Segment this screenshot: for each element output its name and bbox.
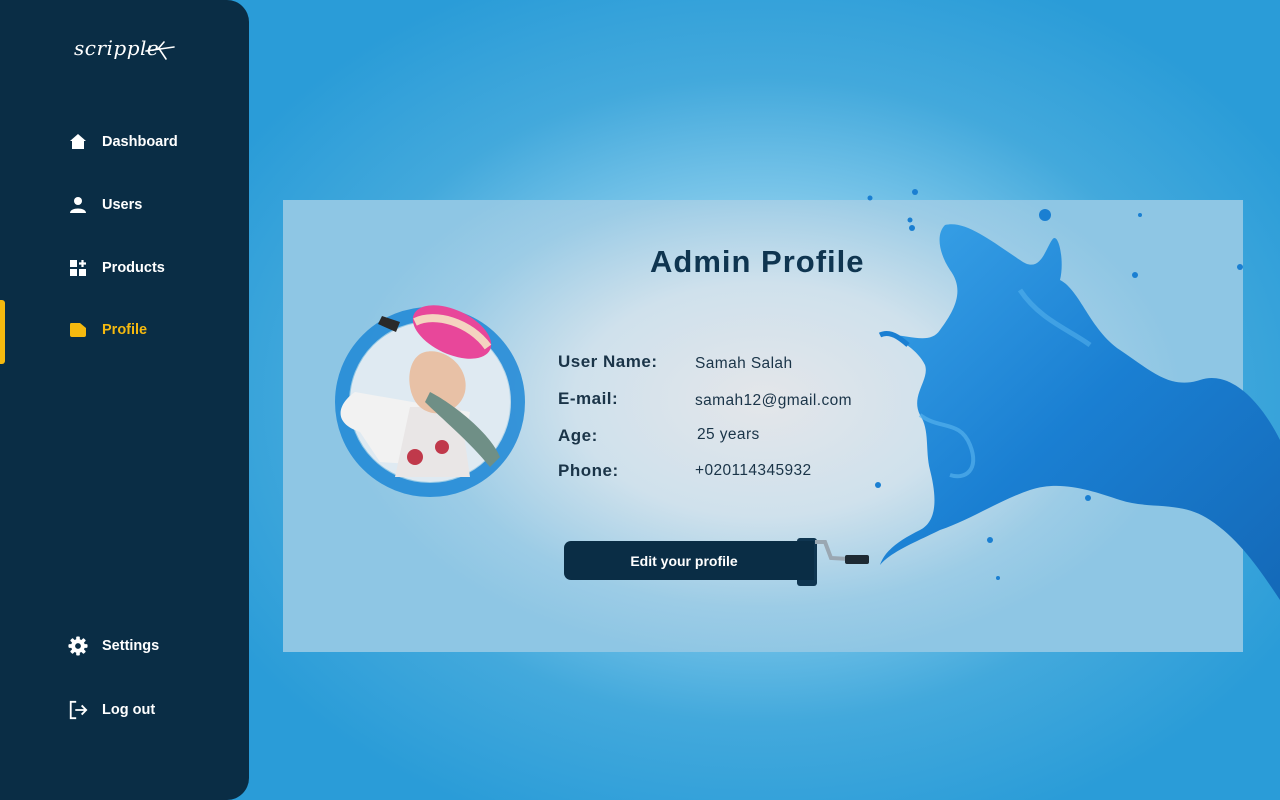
sidebar-item-logout[interactable]: Log out (68, 700, 155, 720)
sidebar-item-label: Log out (102, 702, 156, 718)
sidebar-item-products[interactable]: Products (68, 258, 165, 278)
sidebar-item-settings[interactable]: Settings (68, 636, 159, 656)
active-indicator (0, 300, 5, 364)
sidebar-item-label: Profile (102, 322, 148, 338)
sidebar-item-dashboard[interactable]: Dashboard (68, 132, 178, 152)
sidebar: scripple Dashboard Users Products Profil… (0, 0, 249, 800)
field-label-username: User Name: (558, 352, 658, 371)
sidebar-item-label: Dashboard (102, 134, 178, 150)
sidebar-item-label: Settings (102, 638, 160, 654)
sidebar-item-profile[interactable]: Profile (68, 320, 147, 340)
field-value-username: Samah Salah (695, 355, 793, 372)
page-title: Admin Profile (650, 244, 865, 279)
edit-profile-button[interactable]: Edit your profile (564, 541, 814, 580)
field-value-email: samah12@gmail.com (695, 392, 852, 409)
folder-icon (68, 320, 88, 340)
gear-icon (68, 636, 88, 656)
logout-icon (68, 700, 88, 720)
field-label-email: E-mail: (558, 389, 619, 408)
grid-plus-icon (68, 258, 88, 278)
sidebar-item-users[interactable]: Users (68, 195, 142, 215)
app-logo[interactable]: scripple (72, 34, 182, 74)
sidebar-item-label: Products (102, 260, 165, 276)
airplane-icon (145, 41, 175, 60)
field-label-phone: Phone: (558, 461, 619, 480)
field-label-age: Age: (558, 426, 598, 445)
sidebar-item-label: Users (102, 197, 143, 213)
admin-avatar (320, 292, 530, 532)
home-icon (68, 132, 88, 152)
field-value-age: 25 years (697, 426, 760, 443)
field-value-phone: +020114345932 (695, 462, 812, 479)
user-icon (68, 195, 88, 215)
